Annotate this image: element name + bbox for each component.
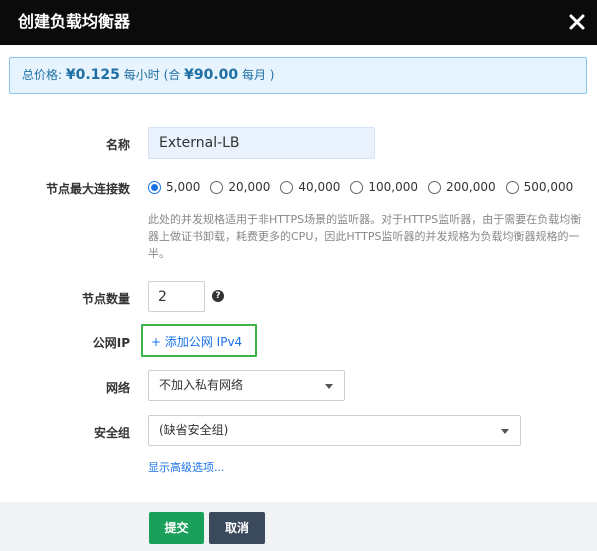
max-connections-hint: 此处的并发规格适用于非HTTPS场景的监听器。对于HTTPS监听器，由于需要在负… (148, 213, 582, 260)
hourly-price: ¥0.125 (65, 67, 120, 83)
max-connections-option[interactable]: 5,000 (148, 180, 200, 194)
security-group-selected-value: (缺省安全组) (159, 423, 229, 437)
radio-button[interactable] (148, 180, 161, 194)
radio-option-label: 5,000 (166, 180, 201, 194)
radio-button[interactable] (210, 180, 224, 194)
radio-option-label: 500,000 (523, 180, 574, 194)
public-ip-label: 公网IP (92, 336, 130, 350)
create-load-balancer-dialog: 创建负载均衡器 总价格: ¥0.125 每小时 (合 ¥90.00 每月 ) 名… (0, 0, 597, 551)
radio-button[interactable] (280, 180, 294, 194)
network-selected-value: 不加入私有网络 (159, 378, 244, 392)
max-connections-radio-group: 5,000 20,000 40,000 100,000 200,000 500,000 (148, 178, 583, 196)
submit-button[interactable]: 提交 (149, 512, 204, 544)
price-label: 总价格: (22, 68, 63, 82)
hourly-unit: 每小时 (123, 68, 160, 82)
max-connections-option[interactable]: 200,000 (427, 180, 496, 194)
name-label: 名称 (105, 138, 130, 152)
radio-option-label: 100,000 (368, 180, 418, 194)
cancel-button[interactable]: 取消 (209, 512, 265, 544)
dialog-header: 创建负载均衡器 (0, 0, 597, 45)
radio-button[interactable] (505, 180, 519, 194)
max-connections-label: 节点最大连接数 (45, 182, 130, 196)
chevron-down-icon (501, 429, 509, 434)
node-count-field[interactable] (148, 281, 205, 312)
monthly-suffix: 每月 ) (241, 68, 275, 82)
question-circle-icon[interactable]: ? (212, 290, 224, 302)
network-select[interactable]: 不加入私有网络 (148, 370, 345, 401)
node-count-label: 节点数量 (81, 292, 130, 306)
monthly-price: ¥90.00 (184, 67, 239, 83)
security-group-select[interactable]: (缺省安全组) (148, 415, 521, 446)
security-group-label: 安全组 (93, 426, 130, 440)
radio-button[interactable] (427, 180, 441, 194)
monthly-prefix: (合 (163, 68, 181, 82)
network-label: 网络 (105, 381, 130, 395)
radio-option-label: 40,000 (298, 180, 341, 194)
max-connections-option[interactable]: 20,000 (210, 180, 270, 194)
radio-option-label: 20,000 (228, 180, 271, 194)
max-connections-option[interactable]: 40,000 (280, 180, 340, 194)
radio-option-label: 200,000 (445, 180, 496, 194)
dialog-footer (0, 502, 597, 551)
chevron-down-icon (325, 384, 333, 389)
max-connections-option[interactable]: 500,000 (505, 180, 574, 194)
dialog-title: 创建负载均衡器 (18, 12, 131, 31)
add-public-ip-link[interactable]: + 添加公网 IPv4 (151, 333, 242, 350)
radio-button[interactable] (350, 180, 364, 194)
max-connections-option[interactable]: 100,000 (350, 180, 418, 194)
close-icon[interactable] (567, 12, 587, 32)
price-summary: 总价格: ¥0.125 每小时 (合 ¥90.00 每月 ) (9, 57, 587, 94)
name-field[interactable] (148, 127, 375, 159)
show-advanced-options-link[interactable]: 显示高级选项... (148, 459, 225, 475)
